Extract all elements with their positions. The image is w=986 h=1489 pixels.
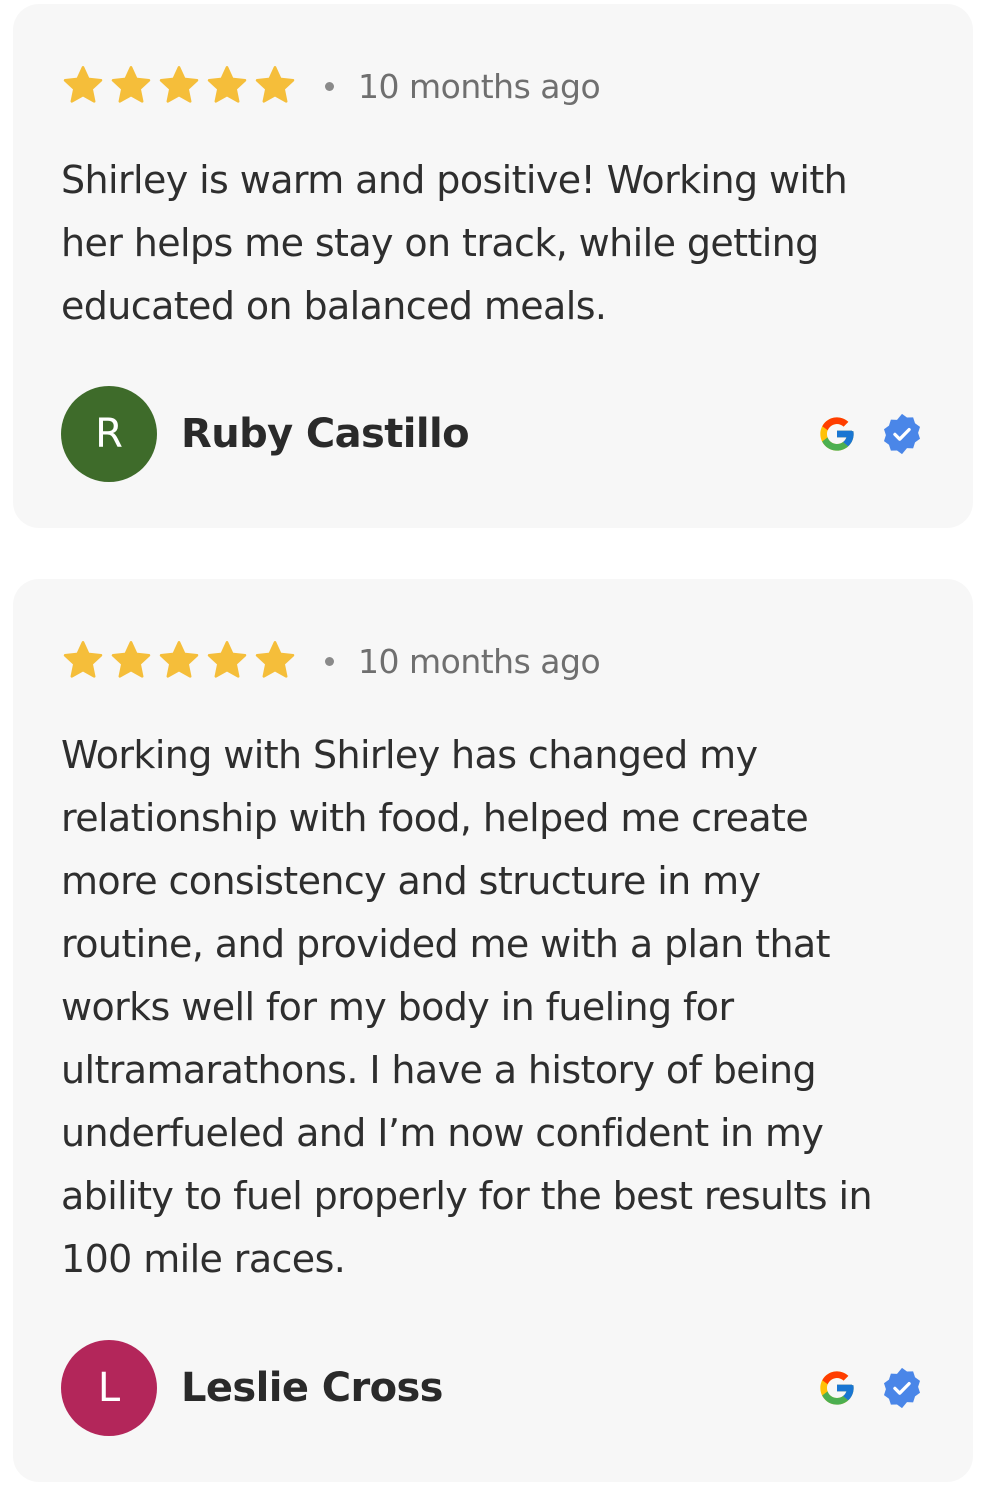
star-icon (157, 64, 201, 108)
review-text-line: educated on balanced meals. (61, 284, 607, 328)
avatar-initial: L (97, 1365, 121, 1411)
star-icon (109, 64, 153, 108)
star-icon (157, 639, 201, 683)
review-card: 10 months ago Working with Shirley has c… (13, 579, 973, 1482)
review-time-ago: 10 months ago (358, 641, 601, 681)
rating-row: 10 months ago (61, 637, 601, 685)
review-text-line: ability to fuel properly for the best re… (61, 1174, 873, 1218)
review-text: Working with Shirley has changed my rela… (61, 724, 941, 1291)
star-icon (205, 639, 249, 683)
star-rating (61, 64, 301, 108)
author-name: Ruby Castillo (181, 411, 470, 457)
star-icon (253, 639, 297, 683)
review-text-line: underfueled and I’m now confident in my (61, 1111, 824, 1155)
avatar-initial: R (95, 411, 123, 457)
rating-row: 10 months ago (61, 62, 601, 110)
review-text-line: 100 mile races. (61, 1237, 346, 1281)
review-text-line: works well for my body in fueling for (61, 985, 734, 1029)
review-text: Shirley is warm and positive! Working wi… (61, 149, 941, 338)
review-time-ago: 10 months ago (358, 66, 601, 106)
star-rating (61, 639, 301, 683)
review-text-line: ultramarathons. I have a history of bein… (61, 1048, 817, 1092)
star-icon (205, 64, 249, 108)
star-icon (61, 64, 105, 108)
review-text-line: relationship with food, helped me create (61, 796, 809, 840)
author-name: Leslie Cross (181, 1365, 443, 1411)
review-badges (817, 1365, 925, 1411)
avatar: R (61, 386, 157, 482)
google-g-icon (817, 414, 857, 454)
review-text-line: Shirley is warm and positive! Working wi… (61, 158, 848, 202)
review-text-line: routine, and provided me with a plan tha… (61, 922, 831, 966)
star-icon (109, 639, 153, 683)
verified-badge-icon (879, 411, 925, 457)
star-icon (61, 639, 105, 683)
review-text-line: Working with Shirley has changed my (61, 733, 758, 777)
star-icon (253, 64, 297, 108)
author-row: R Ruby Castillo (61, 386, 925, 482)
separator-dot (325, 81, 334, 91)
author-row: L Leslie Cross (61, 1340, 925, 1436)
review-text-line: more consistency and structure in my (61, 859, 761, 903)
google-g-icon (817, 1368, 857, 1408)
separator-dot (325, 656, 334, 666)
review-text-line: her helps me stay on track, while gettin… (61, 221, 819, 265)
review-badges (817, 411, 925, 457)
verified-badge-icon (879, 1365, 925, 1411)
avatar: L (61, 1340, 157, 1436)
review-card: 10 months ago Shirley is warm and positi… (13, 4, 973, 528)
